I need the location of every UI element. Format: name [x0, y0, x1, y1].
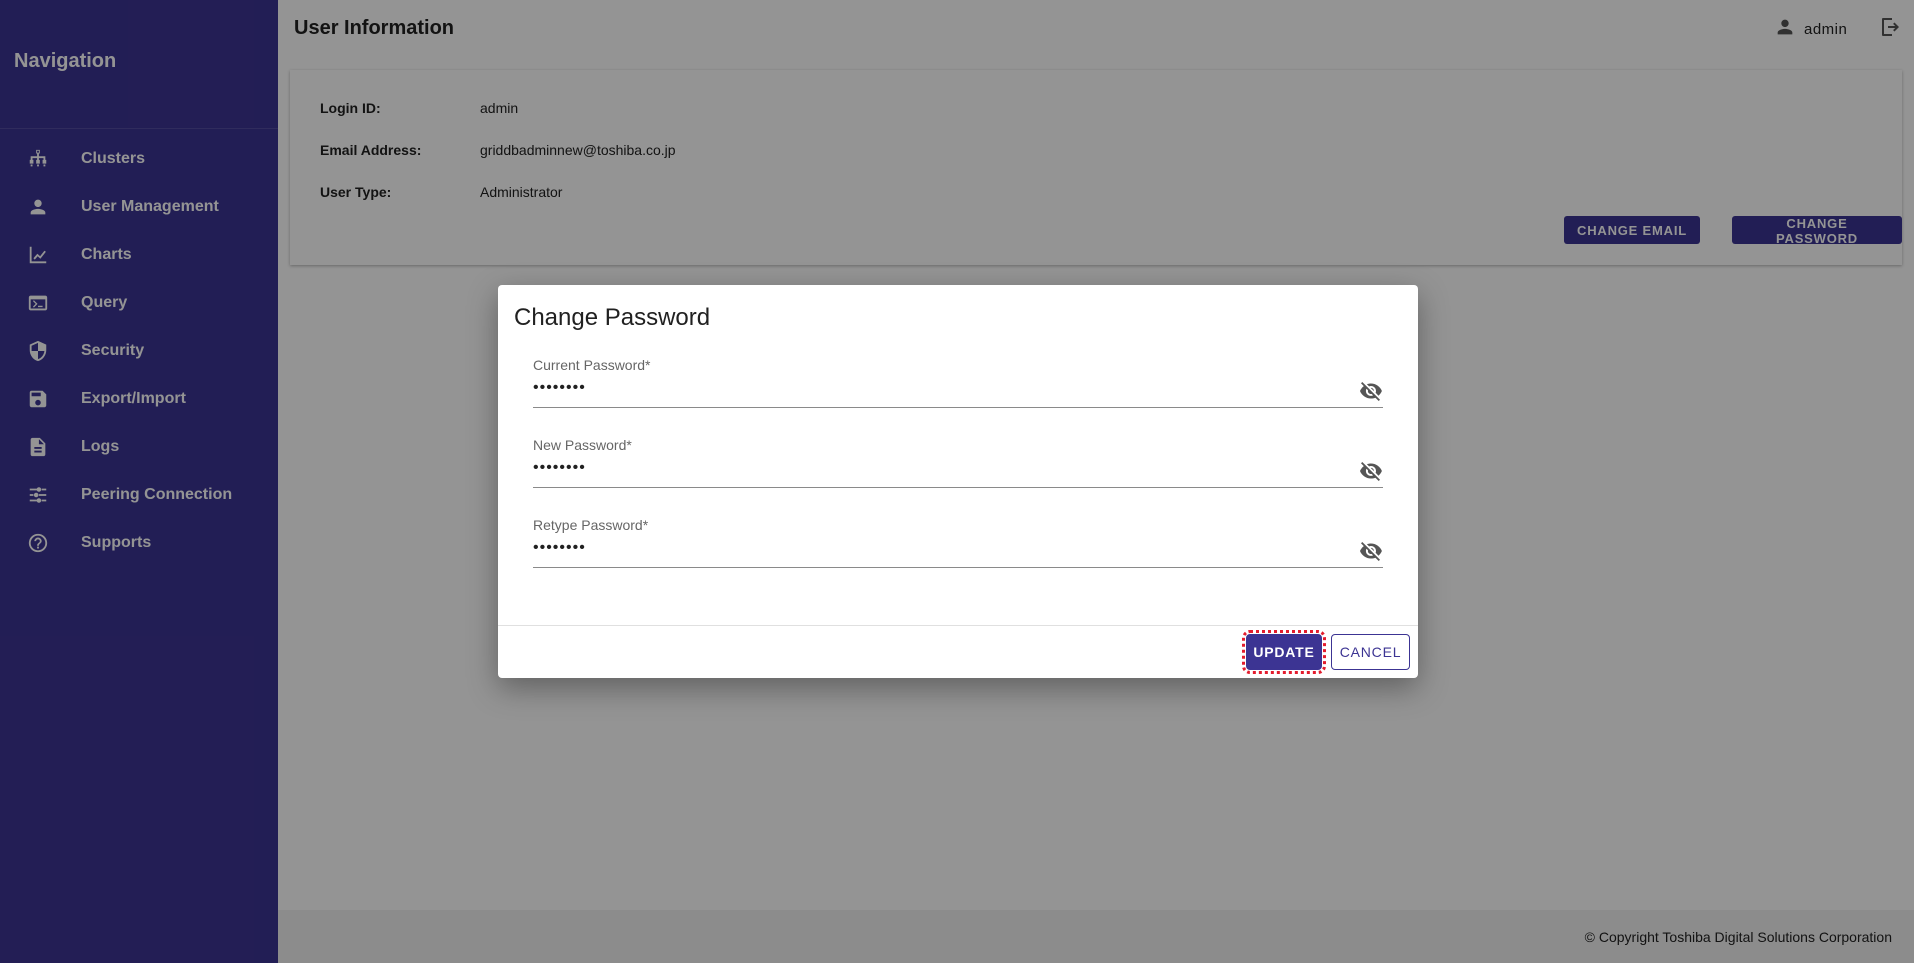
current-password-input[interactable]: •••••••• — [533, 379, 586, 397]
new-password-field[interactable]: New Password* •••••••• — [533, 437, 1383, 495]
field-underline — [533, 407, 1383, 408]
visibility-off-icon[interactable] — [1359, 539, 1383, 563]
new-password-label: New Password* — [533, 437, 632, 453]
retype-password-label: Retype Password* — [533, 517, 649, 533]
dialog-title: Change Password — [514, 304, 711, 331]
change-password-dialog: Change Password Current Password* ••••••… — [498, 285, 1418, 678]
visibility-off-icon[interactable] — [1359, 379, 1383, 403]
retype-password-input[interactable]: •••••••• — [533, 539, 586, 557]
current-password-field[interactable]: Current Password* •••••••• — [533, 357, 1383, 415]
field-underline — [533, 567, 1383, 568]
dialog-divider — [498, 625, 1418, 626]
field-underline — [533, 487, 1383, 488]
visibility-off-icon[interactable] — [1359, 459, 1383, 483]
cancel-button[interactable]: CANCEL — [1331, 634, 1410, 670]
new-password-input[interactable]: •••••••• — [533, 459, 586, 477]
current-password-label: Current Password* — [533, 357, 651, 373]
retype-password-field[interactable]: Retype Password* •••••••• — [533, 517, 1383, 575]
update-button[interactable]: UPDATE — [1242, 630, 1326, 674]
